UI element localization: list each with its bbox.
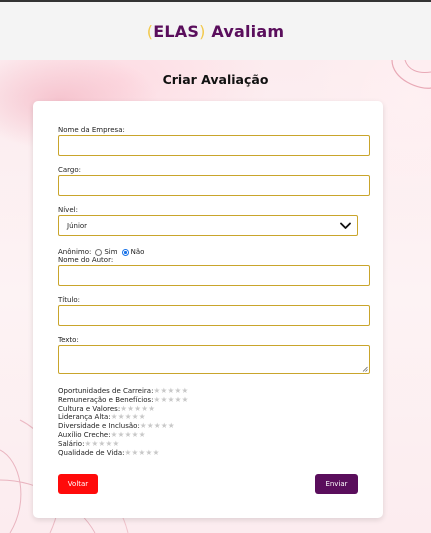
- rating-label: Qualidade de Vida:: [58, 448, 125, 457]
- review-form-card: Nome da Empresa: Cargo: Nível: Júnior An…: [33, 101, 383, 518]
- text-label: Texto:: [58, 336, 79, 344]
- logo-rest: Avaliam: [205, 21, 285, 41]
- level-select[interactable]: Júnior: [58, 215, 358, 236]
- company-label: Nome da Empresa:: [58, 126, 125, 134]
- company-field: Nome da Empresa:: [58, 125, 370, 156]
- company-input[interactable]: [58, 135, 370, 156]
- rating-label: Liderança Alta:: [58, 413, 111, 422]
- page-title: Criar Avaliação: [162, 72, 269, 87]
- level-selected-value: Júnior: [67, 221, 88, 230]
- brand-logo[interactable]: (ELAS) Avaliam: [147, 22, 284, 41]
- star-rating-icon[interactable]: ★★★★★: [154, 395, 189, 405]
- role-label: Cargo:: [58, 166, 82, 174]
- send-button[interactable]: Enviar: [315, 474, 358, 494]
- back-button[interactable]: Voltar: [58, 474, 98, 494]
- rating-row-quality-of-life: Qualidade de Vida: ★★★★★: [58, 448, 189, 458]
- text-field: Texto:: [58, 335, 370, 374]
- title-label: Título:: [58, 296, 80, 304]
- level-field: Nível: Júnior: [58, 205, 370, 236]
- role-field: Cargo:: [58, 165, 370, 196]
- level-label: Nível:: [58, 206, 78, 214]
- author-label: Nome do Autor:: [58, 256, 114, 264]
- rating-label: Salário:: [58, 439, 85, 448]
- logo-word: ELAS: [153, 21, 200, 41]
- author-field: Nome do Autor:: [58, 255, 370, 286]
- text-textarea[interactable]: [58, 345, 370, 374]
- star-rating-icon[interactable]: ★★★★★: [124, 448, 159, 458]
- rating-label: Oportunidades de Carreira:: [58, 387, 154, 395]
- author-input[interactable]: [58, 265, 370, 286]
- star-rating-icon[interactable]: ★★★★★: [84, 439, 119, 449]
- rating-row-childcare: Auxílio Creche: ★★★★★: [58, 430, 189, 440]
- resize-handle-icon[interactable]: [362, 366, 368, 372]
- chevron-down-icon: [340, 222, 351, 229]
- title-input[interactable]: [58, 305, 370, 326]
- title-field: Título:: [58, 295, 370, 326]
- role-input[interactable]: [58, 175, 370, 196]
- rating-row-salary: Salário: ★★★★★: [58, 439, 189, 449]
- top-header: (ELAS) Avaliam: [0, 0, 431, 60]
- ratings-list: Oportunidades de Carreira: ★★★★★ Remunera…: [58, 386, 189, 458]
